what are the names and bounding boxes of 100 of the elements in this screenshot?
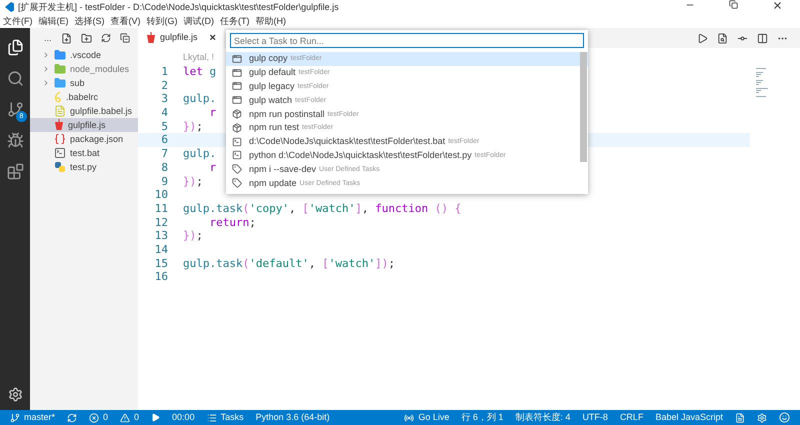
code-line: r [208,107,216,118]
code-line: }); [182,230,203,242]
code-line: gulp.task('copy', ['watch'], function () { [182,202,462,214]
error-icon [89,412,100,422]
line-number: 4 [160,107,168,118]
status-item[interactable]: Babel JavaScript [649,410,729,425]
status-item[interactable]: 行 6，列 1 [455,410,510,425]
line-number: 1 [160,66,168,78]
restore-icon[interactable] [729,0,738,9]
status-item[interactable]: 00:00 [166,410,201,425]
code-line: }); [182,120,203,132]
line-number: 11 [154,202,168,214]
code-line: gulp. [182,148,216,160]
menu-item[interactable]: 帮助(H) [252,16,289,26]
status-item[interactable]: Python 3.6 (64-bit) [250,410,336,425]
tree-item[interactable]: .vscode [30,48,138,62]
line-number: 16 [154,271,168,282]
file-name: sub [70,78,85,88]
refresh-icon[interactable] [100,33,111,43]
folder-icon [54,77,66,89]
settings-icon[interactable] [8,387,22,402]
menu-item[interactable]: 任务(T) [217,16,252,26]
menu-item[interactable]: 编辑(E) [36,16,72,26]
file-name: test.bat [70,148,100,158]
tree-item[interactable]: package.json [30,132,138,146]
file-name: gulpfile.babel.js [70,106,132,116]
status-item[interactable]: master* [4,410,62,425]
extensions-icon [6,163,24,180]
magnifier-file-icon[interactable] [717,32,728,44]
menu-item[interactable]: 调试(D) [180,16,217,26]
line-number: 10 [154,189,168,200]
window-icon [232,54,242,64]
file-name: package.json [70,134,124,144]
json-file-icon [54,133,66,145]
line-number: 13 [154,230,168,242]
python-icon [54,161,66,173]
menu-item[interactable]: 查看(V) [108,16,144,26]
search-icon [6,70,24,87]
menu-item[interactable]: 转到(G) [144,16,180,26]
status-item[interactable]: CRLF [614,410,650,425]
code-line: gulp.task('default', ['watch']); [182,258,395,269]
cup-icon [54,119,64,131]
editor-tab[interactable]: gulpfile.js × [138,28,224,48]
status-item[interactable]: 0 [83,410,114,425]
debug-icon [6,132,24,149]
code-line: return; [208,216,256,228]
menu-item[interactable]: 文件(F) [0,16,36,26]
task-label: gulp legacy [249,82,295,91]
more-actions[interactable]: ... [44,34,52,42]
tag-icon [232,178,242,188]
split-editor-icon[interactable] [757,32,768,44]
task-label: d:\Code\NodeJs\quicktask\test\testFolder\test.bat [249,137,446,146]
status-item[interactable]: Go Live [398,410,456,425]
line-number: 7 [160,148,168,160]
terminal-file-icon [54,147,66,159]
status-item[interactable]: 0 [114,410,146,425]
task-label: gulp watch [249,96,292,105]
tree-item[interactable]: test.bat [30,146,138,160]
app-logo-icon [4,2,14,12]
file-icon [735,412,745,422]
window-icon [232,95,242,106]
line-number: 14 [154,244,168,255]
menu-item[interactable]: 选择(S) [72,16,108,26]
window-icon [232,81,242,92]
scm-icon [6,101,24,118]
line-number: 12 [154,216,168,228]
window-icon [232,68,242,78]
collapse-icon[interactable] [120,33,130,43]
code-line: r [208,162,216,173]
status-item[interactable]: Tasks [200,410,250,425]
task-label: npm run postinstall [249,110,325,119]
close-tab-button[interactable]: × [210,30,216,46]
file-name: test.py [70,162,97,172]
task-search-field[interactable]: Select a Task to Run... [230,33,584,48]
tree-item[interactable]: .babelrc [30,90,138,104]
code-line: }); [182,176,203,187]
terminal-icon [232,136,242,147]
tree-item[interactable]: sub [30,76,138,90]
task-label: gulp copy [249,54,288,64]
folder-icon [54,49,66,61]
status-item[interactable]: 制表符长度: 4 [509,410,576,425]
file-name: .babelrc [66,92,98,102]
tree-item[interactable]: test.py [30,160,138,174]
file-name: gulpfile.js [68,120,106,130]
tree-item[interactable]: gulpfile.babel.js [30,104,138,118]
new-file-icon[interactable] [60,32,72,44]
new-folder-icon[interactable] [80,32,92,44]
status-item[interactable]: UTF-8 [576,410,614,425]
tree-item[interactable]: gulpfile.js [30,118,138,132]
tree-item[interactable]: node_modules [30,62,138,76]
task-label: gulp default [249,68,296,78]
close-icon[interactable] [772,0,783,11]
run-icon[interactable] [697,32,708,44]
package-icon [232,122,242,133]
window-title: [扩展开发主机] - testFolder - D:\Code\NodeJs\quicktask\test\testFolder\gulpfile.js [18,2,339,12]
smiley-icon [779,412,790,423]
line-number: 5 [160,120,168,132]
code-line: let g [182,66,216,78]
scrollbar-thumb[interactable] [580,52,587,162]
line-number: 15 [154,258,168,269]
